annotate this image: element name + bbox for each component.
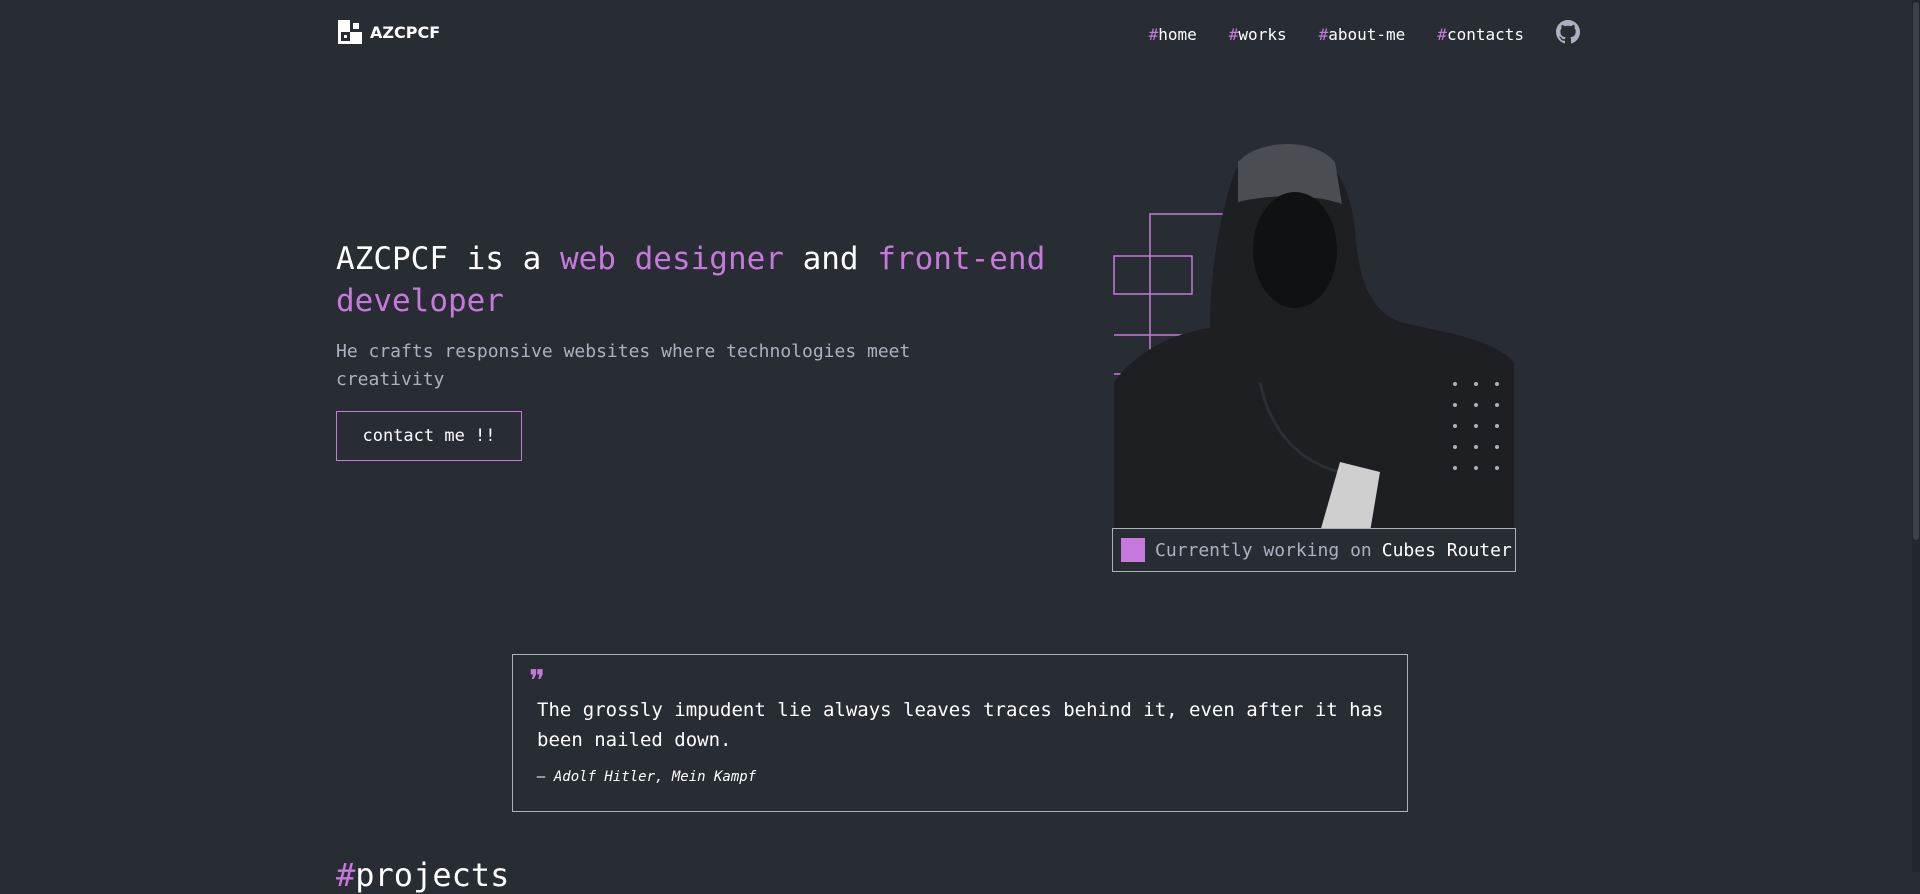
hero-title: AZCPCF is a web designer and front-end d… (336, 238, 1056, 322)
nav-hash: # (1148, 24, 1159, 44)
hero-title-accent: web designer (559, 241, 784, 277)
nav-label: home (1158, 24, 1197, 44)
status-project: Cubes Router (1381, 539, 1512, 561)
contact-me-button[interactable]: contact me !! (336, 411, 522, 461)
github-link[interactable] (1556, 20, 1580, 48)
nav-link-works[interactable]: #works (1229, 25, 1287, 44)
nav-label: contacts (1446, 24, 1524, 44)
nav-hash: # (1228, 24, 1239, 44)
person-photo (1114, 144, 1514, 532)
nav-link-contacts[interactable]: #contacts (1437, 25, 1524, 44)
nav-hash: # (1437, 24, 1447, 44)
logo-text: AZCPCF (370, 22, 441, 42)
status-prefix: Currently working on (1155, 539, 1372, 561)
nav-hash: # (1318, 24, 1329, 44)
section-title-text: projects (355, 856, 510, 894)
github-icon (1556, 20, 1580, 44)
quote-icon: ❞ (529, 664, 546, 699)
quote-author: — Adolf Hitler, Mein Kampf (537, 769, 757, 785)
hero-title-part: AZCPCF is a (336, 241, 560, 277)
logo-icon (338, 20, 362, 44)
main-nav: #home #works #about-me #contacts (1149, 20, 1580, 48)
nav-link-home[interactable]: #home (1149, 25, 1197, 44)
nav-link-about-me[interactable]: #about-me (1319, 25, 1406, 44)
quote-text: The grossly impudent lie always leaves t… (537, 699, 1384, 751)
page-scrollbar[interactable] (1912, 0, 1920, 872)
hero-title-part: and (783, 241, 878, 277)
nav-label: works (1238, 24, 1287, 44)
status-square-icon (1121, 538, 1145, 562)
quote-block: ❞ The grossly impudent lie always leaves… (512, 654, 1408, 812)
hero-visual (1110, 132, 1520, 572)
site-logo[interactable]: AZCPCF (338, 20, 440, 44)
hero-illustration (1113, 144, 1514, 532)
hero-subtitle: He crafts responsive websites where tech… (336, 341, 911, 390)
nav-label: about-me (1328, 24, 1406, 44)
status-banner: Currently working on Cubes Router (1112, 528, 1516, 572)
section-hash: # (336, 856, 356, 894)
section-title-projects: #projects (336, 856, 509, 894)
scrollbar-thumb[interactable] (1913, 2, 1919, 540)
